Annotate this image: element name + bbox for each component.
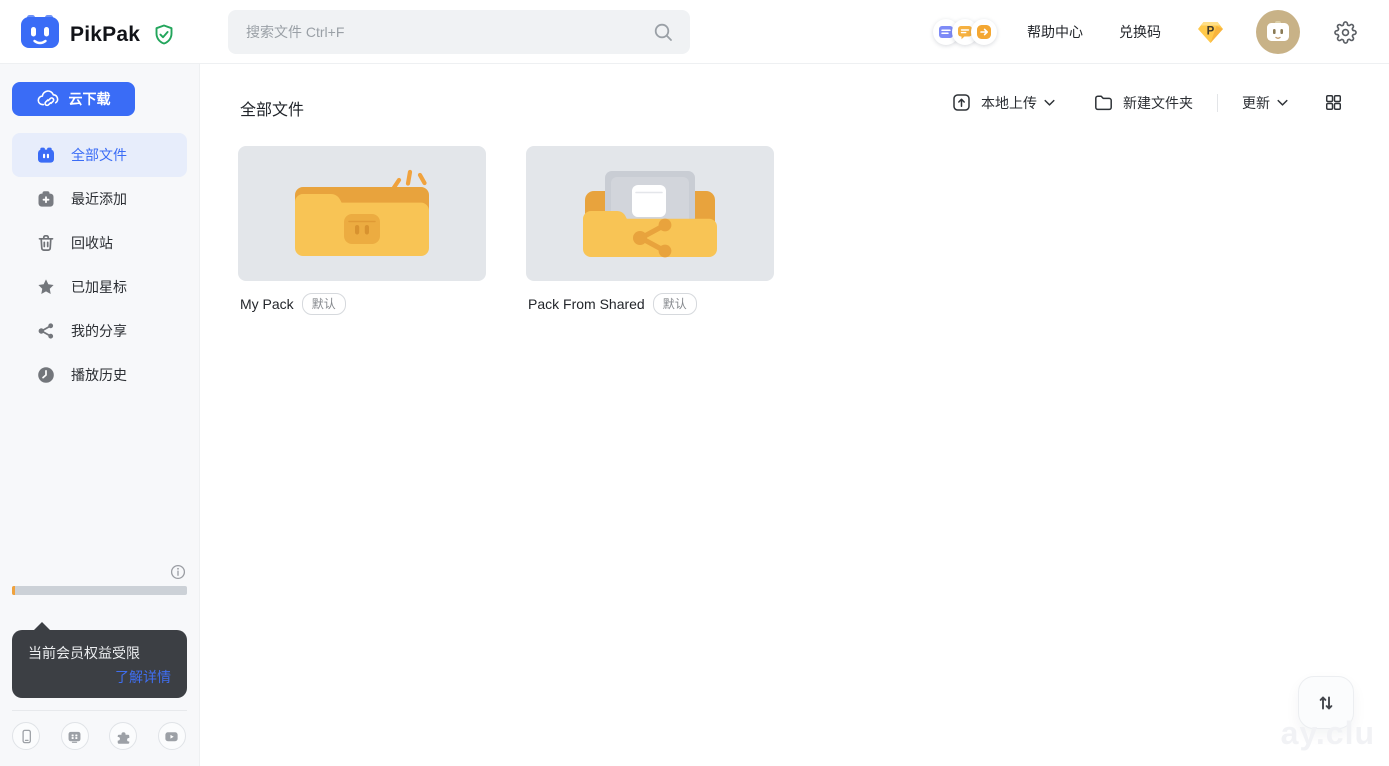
pikpak-app: PikPak	[0, 0, 1389, 766]
default-badge: 默认	[302, 293, 346, 315]
star-icon	[36, 277, 56, 297]
cloud-download-button[interactable]: 云下载	[12, 82, 135, 116]
storage-quota-fill	[12, 586, 15, 595]
help-center-link[interactable]: 帮助中心	[1027, 22, 1083, 42]
notification-icon-cluster[interactable]	[933, 19, 997, 45]
brand[interactable]: PikPak	[20, 14, 176, 55]
sidebar-item-starred[interactable]: 已加星标	[12, 265, 187, 309]
folder-label-row: My Pack 默认	[238, 293, 486, 315]
new-folder-button[interactable]: 新建文件夹	[1093, 92, 1193, 113]
settings-gear-icon[interactable]	[1334, 21, 1357, 44]
toolbar: 本地上传 新建文件夹 更新	[951, 92, 1343, 113]
sidebar-item-my-shares[interactable]: 我的分享	[12, 309, 187, 353]
sidebar-footer	[12, 722, 186, 750]
cloud-link-icon	[37, 90, 61, 108]
folder-thumbnail[interactable]	[526, 146, 774, 281]
folder-label-row: Pack From Shared 默认	[526, 293, 774, 315]
share-icon	[36, 321, 56, 341]
search-input[interactable]	[246, 24, 652, 40]
brand-name: PikPak	[70, 23, 140, 47]
default-badge: 默认	[653, 293, 697, 315]
browser-extension-icon[interactable]	[109, 722, 137, 750]
user-avatar[interactable]	[1256, 10, 1300, 54]
shield-check-icon	[152, 23, 176, 47]
grid-view-icon[interactable]	[1324, 93, 1343, 112]
folder-name[interactable]: My Pack	[240, 296, 294, 312]
folder-card-my-pack[interactable]: My Pack 默认	[238, 146, 486, 315]
sidebar-item-label: 已加星标	[71, 277, 127, 297]
main-content: 全部文件 本地上传	[200, 64, 1389, 766]
sidebar-item-recent-added[interactable]: 最近添加	[12, 177, 187, 221]
search-icon[interactable]	[652, 21, 674, 43]
upload-icon	[951, 92, 972, 113]
premium-gem-badge[interactable]: P	[1197, 21, 1224, 44]
trash-icon	[36, 233, 56, 253]
local-upload-button[interactable]: 本地上传	[951, 92, 1055, 113]
sidebar-item-play-history[interactable]: 播放历史	[12, 353, 187, 397]
membership-tooltip: 当前会员权益受限 了解详情	[12, 630, 187, 698]
sidebar-item-label: 回收站	[71, 233, 113, 253]
app-header: PikPak	[0, 0, 1389, 64]
sidebar-item-label: 我的分享	[71, 321, 127, 341]
search-bar[interactable]	[228, 10, 690, 54]
premium-letter: P	[1207, 25, 1215, 37]
pikpak-logo-icon	[20, 14, 60, 55]
header-right: 帮助中心 兑换码 P	[933, 0, 1357, 64]
storage-quota-bar	[12, 586, 187, 595]
sidebar-divider	[12, 710, 187, 711]
arrow-mini-icon[interactable]	[971, 19, 997, 45]
update-label: 更新	[1242, 93, 1270, 113]
sidebar-item-label: 播放历史	[71, 365, 127, 385]
shared-folder-illustration	[575, 161, 725, 267]
sidebar-item-all-files[interactable]: 全部文件	[12, 133, 187, 177]
mobile-app-icon[interactable]	[12, 722, 40, 750]
sort-button[interactable]	[1298, 676, 1354, 729]
sidebar-menu: 全部文件 最近添加	[12, 133, 187, 397]
play-history-icon	[36, 365, 56, 385]
folder-card-pack-from-shared[interactable]: Pack From Shared 默认	[526, 146, 774, 315]
new-folder-label: 新建文件夹	[1123, 93, 1193, 113]
toolbar-divider	[1217, 94, 1218, 112]
sort-icon	[1315, 692, 1337, 714]
recent-added-icon	[36, 189, 56, 209]
folder-name[interactable]: Pack From Shared	[528, 296, 645, 312]
video-channel-icon[interactable]	[158, 722, 186, 750]
update-button[interactable]: 更新	[1242, 93, 1288, 113]
folder-thumbnail[interactable]	[238, 146, 486, 281]
page-title: 全部文件	[240, 96, 304, 120]
folder-outline-icon	[1093, 92, 1114, 113]
redeem-code-link[interactable]: 兑换码	[1119, 22, 1161, 42]
all-files-icon	[36, 145, 56, 165]
chevron-down-icon	[1277, 99, 1288, 107]
learn-more-link[interactable]: 了解详情	[115, 667, 171, 687]
sidebar: 云下载 全部文件	[0, 64, 200, 766]
sidebar-item-trash[interactable]: 回收站	[12, 221, 187, 265]
default-folder-illustration	[287, 161, 437, 267]
tooltip-title: 当前会员权益受限	[28, 643, 171, 663]
chevron-down-icon	[1044, 99, 1055, 107]
local-upload-label: 本地上传	[981, 93, 1037, 113]
folder-grid: My Pack 默认	[238, 146, 774, 315]
sidebar-item-label: 最近添加	[71, 189, 127, 209]
sidebar-item-label: 全部文件	[71, 145, 127, 165]
tv-app-icon[interactable]	[61, 722, 89, 750]
cloud-download-label: 云下载	[69, 89, 111, 109]
info-icon[interactable]	[170, 564, 186, 585]
